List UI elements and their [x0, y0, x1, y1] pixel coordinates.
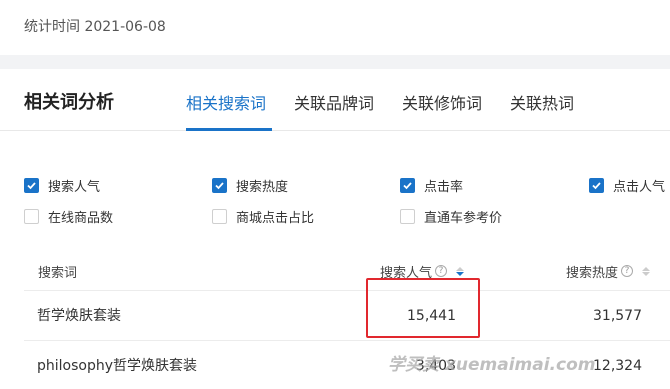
- keyword-cell: philosophy哲学焕肤套装: [37, 358, 198, 374]
- checkbox-checked-icon: [24, 178, 39, 193]
- checkbox-unchecked-icon: [400, 209, 415, 224]
- stat-time: 统计时间 2021-06-08: [24, 19, 166, 35]
- table-row: 哲学焕肤套装 15,441 31,577: [24, 291, 670, 341]
- filter-label: 商城点击占比: [236, 211, 315, 226]
- filter-label: 点击人气: [613, 180, 666, 195]
- section-gap: [0, 55, 670, 69]
- filter-label: 搜索热度: [236, 180, 289, 195]
- active-tab-indicator: [186, 128, 272, 131]
- checkbox-checked-icon: [400, 178, 415, 193]
- table-row: philosophy哲学焕肤套装 3,403 12,324: [24, 341, 670, 389]
- help-icon[interactable]: ?: [435, 265, 448, 277]
- column-label: 搜索人气: [380, 265, 433, 281]
- checkbox-checked-icon: [212, 178, 227, 193]
- column-label: 搜索热度: [566, 265, 619, 281]
- tab-related-brand[interactable]: 关联品牌词: [294, 90, 374, 114]
- column-label: 搜索词: [38, 265, 78, 281]
- popularity-cell: 15,441: [407, 308, 456, 324]
- keyword-cell: 哲学焕肤套装: [37, 308, 121, 324]
- top-bar: 统计时间 2021-06-08: [0, 0, 670, 55]
- checkbox-unchecked-icon: [24, 209, 39, 224]
- column-header-keyword: 搜索词: [38, 251, 77, 291]
- help-icon[interactable]: ?: [621, 265, 634, 277]
- related-words-panel: 相关词分析 相关搜索词 关联品牌词 关联修饰词 关联热词 搜索人气 搜索热度 点…: [0, 69, 670, 389]
- sort-icon[interactable]: [456, 266, 465, 276]
- checkbox-checked-icon: [589, 178, 604, 193]
- filter-label: 点击率: [424, 180, 464, 195]
- heat-cell: 12,324: [593, 358, 642, 374]
- tab-related-modifier[interactable]: 关联修饰词: [402, 90, 482, 114]
- filter-online-products[interactable]: 在线商品数: [24, 207, 113, 226]
- tab-related-hot[interactable]: 关联热词: [510, 90, 574, 114]
- panel-header: 相关词分析 相关搜索词 关联品牌词 关联修饰词 关联热词: [0, 69, 670, 131]
- filter-label: 搜索人气: [48, 180, 101, 195]
- column-header-popularity[interactable]: 搜索人气 ?: [380, 251, 465, 291]
- column-header-heat[interactable]: 搜索热度 ?: [566, 251, 651, 291]
- filter-label: 直通车参考价: [424, 211, 503, 226]
- filter-label: 在线商品数: [48, 211, 114, 226]
- checkbox-unchecked-icon: [212, 209, 227, 224]
- filter-click-popularity[interactable]: 点击人气: [589, 176, 665, 195]
- filter-search-popularity[interactable]: 搜索人气: [24, 176, 100, 195]
- sort-icon[interactable]: [642, 266, 651, 276]
- filter-mall-click-share[interactable]: 商城点击占比: [212, 207, 314, 226]
- heat-cell: 31,577: [593, 308, 642, 324]
- tab-related-search[interactable]: 相关搜索词: [186, 90, 266, 114]
- filter-ztc-price[interactable]: 直通车参考价: [400, 207, 502, 226]
- filter-search-heat[interactable]: 搜索热度: [212, 176, 288, 195]
- panel-title: 相关词分析: [24, 92, 114, 113]
- popularity-cell: 3,403: [415, 358, 456, 374]
- table-header: 搜索词 搜索人气 ? 搜索热度 ?: [24, 251, 670, 291]
- filter-click-rate[interactable]: 点击率: [400, 176, 463, 195]
